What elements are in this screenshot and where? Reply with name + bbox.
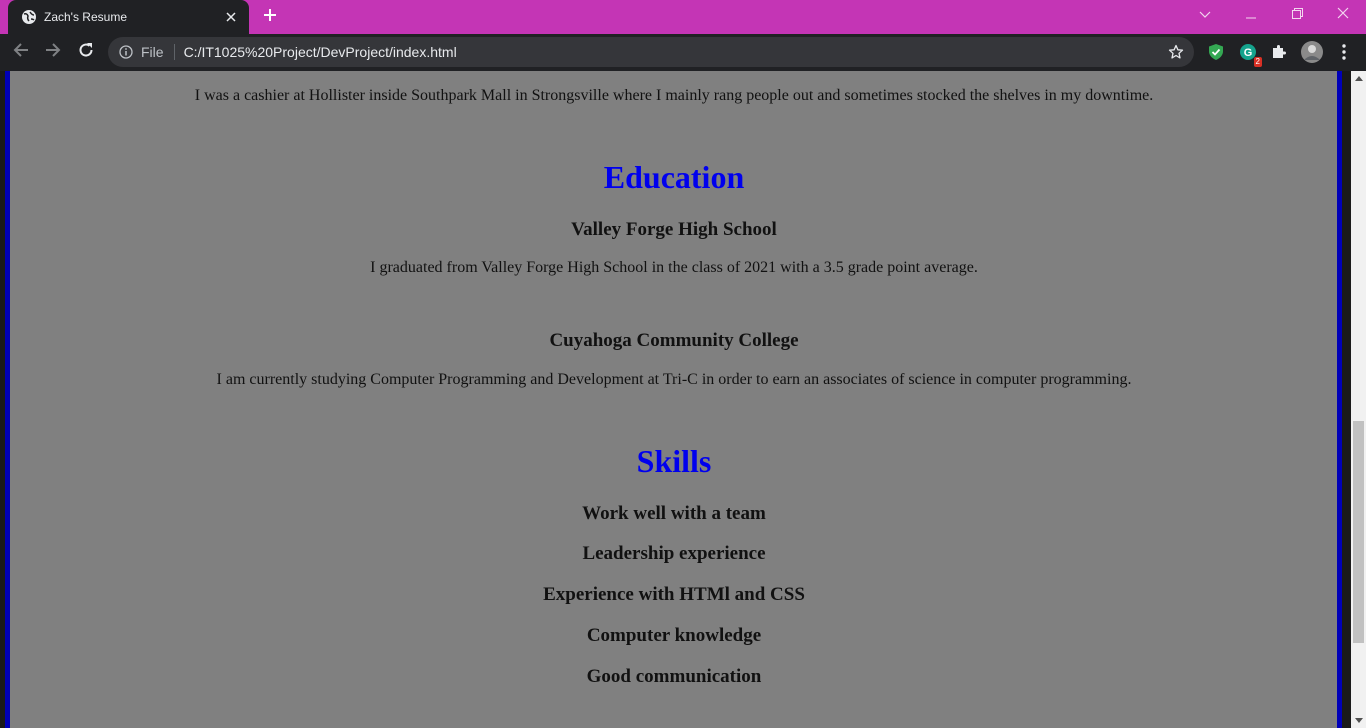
- page-border-left: [5, 71, 10, 728]
- vertical-scrollbar[interactable]: [1351, 71, 1366, 728]
- skill-item: Experience with HTMl and CSS: [543, 584, 805, 605]
- reload-icon: [78, 42, 94, 63]
- forward-arrow-icon: [45, 42, 61, 63]
- forward-button[interactable]: [39, 38, 67, 66]
- school-description: I am currently studying Computer Program…: [216, 371, 1132, 388]
- back-button[interactable]: [7, 38, 35, 66]
- scroll-down-arrow-icon[interactable]: [1351, 713, 1366, 728]
- education-heading: Education: [603, 159, 745, 195]
- minimize-icon: [1246, 6, 1256, 24]
- scrollbar-thumb[interactable]: [1353, 421, 1364, 643]
- star-icon[interactable]: [1161, 37, 1191, 67]
- close-icon: [1337, 6, 1349, 24]
- tab-search-button[interactable]: [1182, 0, 1228, 30]
- skill-item: Computer knowledge: [586, 625, 762, 646]
- skill-item: Work well with a team: [582, 503, 766, 524]
- chevron-down-icon: [1199, 6, 1211, 24]
- page-viewport: I was a cashier at Hollister inside Sout…: [0, 71, 1351, 728]
- scroll-up-arrow-icon[interactable]: [1351, 71, 1366, 86]
- omnibox-divider: [173, 44, 175, 60]
- minimize-button[interactable]: [1228, 0, 1274, 30]
- kebab-menu-icon[interactable]: [1333, 41, 1355, 63]
- address-bar[interactable]: File C:/IT1025%20Project/DevProject/inde…: [108, 37, 1194, 67]
- grammarly-icon[interactable]: G 2: [1237, 41, 1262, 67]
- url-text[interactable]: C:/IT1025%20Project/DevProject/index.htm…: [184, 44, 1161, 60]
- shield-check-icon[interactable]: [1205, 41, 1227, 63]
- page-edge-right: [1342, 71, 1351, 728]
- school-name: Valley Forge High School: [571, 219, 777, 240]
- work-description: I was a cashier at Hollister inside Sout…: [194, 87, 1154, 104]
- back-arrow-icon: [13, 42, 29, 63]
- school-name: Cuyahoga Community College: [549, 330, 799, 351]
- tab-active[interactable]: Zach's Resume: [8, 0, 249, 34]
- restore-button[interactable]: [1274, 0, 1320, 30]
- scheme-label: File: [141, 44, 164, 60]
- school-description: I graduated from Valley Forge High Schoo…: [370, 259, 978, 276]
- puzzle-icon[interactable]: [1268, 41, 1290, 63]
- browser-toolbar: File C:/IT1025%20Project/DevProject/inde…: [0, 34, 1366, 71]
- skill-item: Leadership experience: [582, 543, 766, 564]
- tab-strip: Zach's Resume: [0, 0, 1366, 34]
- skills-heading: Skills: [636, 443, 712, 479]
- globe-icon: [21, 9, 37, 25]
- restore-icon: [1291, 6, 1303, 24]
- info-icon[interactable]: [119, 45, 133, 59]
- reload-button[interactable]: [72, 38, 100, 66]
- skill-item: Good communication: [586, 666, 762, 687]
- tab-title: Zach's Resume: [44, 10, 127, 24]
- avatar-icon[interactable]: [1300, 40, 1324, 64]
- svg-text:G: G: [1244, 47, 1253, 59]
- new-tab-button[interactable]: [258, 6, 282, 28]
- plus-icon: [263, 8, 277, 27]
- window-close-button[interactable]: [1320, 0, 1366, 30]
- close-icon[interactable]: [223, 9, 239, 25]
- extension-badge: 2: [1253, 57, 1262, 67]
